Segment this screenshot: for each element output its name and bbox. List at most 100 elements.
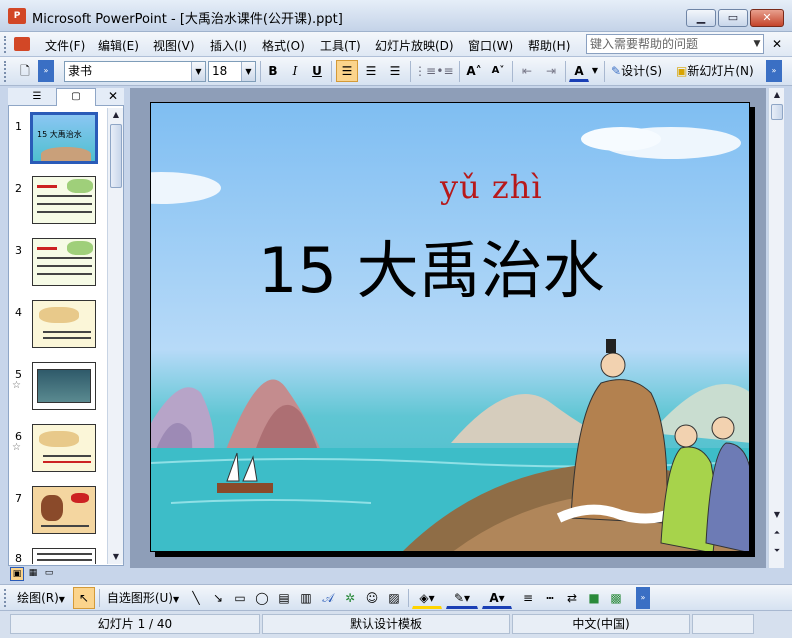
fill-color-button[interactable]: ◈▾ xyxy=(412,587,442,609)
slide-thumbnail-3[interactable] xyxy=(32,238,96,286)
panel-scrollbar[interactable]: ▲ ▼ xyxy=(107,108,123,564)
document-close-icon[interactable]: ✕ xyxy=(772,37,782,51)
scroll-up-icon[interactable]: ▲ xyxy=(108,108,124,122)
draw-font-color-button[interactable]: A▾ xyxy=(482,587,512,609)
draw-menu-button[interactable]: 绘图(R)▼ xyxy=(12,587,70,609)
line-style-button[interactable]: ≡ xyxy=(518,587,538,609)
select-objects-button[interactable]: ↖ xyxy=(73,587,95,609)
menu-file[interactable]: 文件(F) xyxy=(45,37,85,54)
menu-tools[interactable]: 工具(T) xyxy=(320,37,361,54)
menu-format[interactable]: 格式(O) xyxy=(262,37,305,54)
scroll-thumb[interactable] xyxy=(110,124,122,188)
decrease-font-button[interactable]: A˅ xyxy=(487,60,509,82)
chevron-down-icon[interactable]: ▼ xyxy=(590,60,600,82)
menu-slideshow[interactable]: 幻灯片放映(D) xyxy=(375,37,454,54)
align-left-button[interactable]: ☰ xyxy=(336,60,358,82)
menu-help[interactable]: 帮助(H) xyxy=(528,37,570,54)
menu-edit[interactable]: 编辑(E) xyxy=(98,37,139,54)
powerpoint-icon[interactable]: P xyxy=(8,8,26,24)
picture-icon: ▨ xyxy=(388,591,400,605)
document-icon[interactable] xyxy=(14,37,30,51)
line-color-button[interactable]: ✎▾ xyxy=(446,587,478,609)
align-center-icon: ☰ xyxy=(365,64,377,78)
menu-view[interactable]: 视图(V) xyxy=(153,37,195,54)
scroll-down-icon[interactable]: ▼ xyxy=(108,550,124,564)
minimize-button[interactable]: ▁ xyxy=(686,9,716,27)
arrow-style-button[interactable]: ⇄ xyxy=(562,587,582,609)
slide-title[interactable]: 15 大禹治水 xyxy=(258,220,605,310)
scroll-up-icon[interactable]: ▲ xyxy=(769,88,785,102)
tab-outline[interactable]: ☰ xyxy=(22,89,52,104)
pinyin-annotation[interactable]: yǔ zhì xyxy=(440,168,543,206)
insert-picture-button[interactable]: ▨ xyxy=(384,587,404,609)
chevron-down-icon[interactable]: ▼ xyxy=(750,34,764,54)
font-size-select[interactable]: 18 ▼ xyxy=(208,61,256,82)
help-search-input[interactable]: 键入需要帮助的问题 xyxy=(586,34,764,54)
font-color-button[interactable]: A xyxy=(569,60,589,82)
vertical-textbox-button[interactable]: ▥ xyxy=(296,587,316,609)
tab-slides[interactable]: ▢ xyxy=(56,88,96,106)
restore-button[interactable]: ▭ xyxy=(718,9,748,27)
menu-insert[interactable]: 插入(I) xyxy=(210,37,247,54)
shadow-style-button[interactable]: ■ xyxy=(584,587,604,609)
bold-button[interactable]: B xyxy=(263,60,283,82)
increase-font-button[interactable]: A˄ xyxy=(463,60,485,82)
toolbar-options-button[interactable]: » xyxy=(636,587,650,609)
chevron-down-icon[interactable]: ▼ xyxy=(191,62,205,81)
rectangle-icon: ▭ xyxy=(234,591,246,605)
panel-close-button[interactable]: ✕ xyxy=(106,88,120,104)
scroll-down-icon[interactable]: ▼ xyxy=(769,508,785,522)
toolbar-options-button[interactable]: » xyxy=(38,60,54,82)
slide-thumbnail-5[interactable] xyxy=(32,362,96,410)
editor-scrollbar[interactable]: ▲ ▼ ⏶ ⏷ xyxy=(768,88,784,568)
slideshow-button[interactable]: ▭ xyxy=(42,567,56,581)
new-slide-button[interactable]: ▣新幻灯片(N) xyxy=(673,60,763,82)
chevron-down-icon: » xyxy=(640,593,646,602)
drawing-toolbar: 绘图(R)▼ ↖ 自选图形(U)▼ ╲ ↘ ▭ ◯ ▤ ▥ 𝒜 ✲ ☺ ▨ ◈▾… xyxy=(0,584,792,610)
rectangle-button[interactable]: ▭ xyxy=(230,587,250,609)
textbox-button[interactable]: ▤ xyxy=(274,587,294,609)
align-right-button[interactable]: ☰ xyxy=(384,60,406,82)
wordart-button[interactable]: 𝒜 xyxy=(318,587,338,609)
new-document-button[interactable]: 🗋 xyxy=(14,60,36,82)
oval-button[interactable]: ◯ xyxy=(252,587,272,609)
normal-view-button[interactable]: ▣ xyxy=(10,567,24,581)
slide-thumbnail-2[interactable] xyxy=(32,176,96,224)
dash-style-button[interactable]: ┅ xyxy=(540,587,560,609)
next-slide-icon[interactable]: ⏷ xyxy=(769,544,785,558)
window-close-button[interactable]: ✕ xyxy=(750,9,784,27)
line-button[interactable]: ╲ xyxy=(186,587,206,609)
diagram-button[interactable]: ✲ xyxy=(340,587,360,609)
slide-thumbnail-8[interactable] xyxy=(32,548,96,564)
slide-sorter-button[interactable]: ▦ xyxy=(26,567,40,581)
font-name-select[interactable]: 隶书 ▼ xyxy=(64,61,206,82)
numbering-button[interactable]: ⋮≡ xyxy=(413,60,436,82)
increase-indent-button[interactable]: ⇥ xyxy=(540,60,562,82)
slide-thumbnail-1[interactable]: 15 大禹治水 xyxy=(30,112,98,164)
toolbar-grip[interactable] xyxy=(4,36,7,53)
underline-button[interactable]: U xyxy=(307,60,327,82)
toolbar-grip[interactable] xyxy=(4,589,7,607)
toolbar-options-button[interactable]: » xyxy=(766,60,782,82)
toolbar-grip[interactable] xyxy=(4,61,7,82)
view-buttons: ▣ ▦ ▭ xyxy=(8,566,128,584)
slide-thumbnail-7[interactable] xyxy=(32,486,96,534)
panel-tabs: ☰ ▢ ✕ xyxy=(8,88,124,106)
arrow-button[interactable]: ↘ xyxy=(208,587,228,609)
previous-slide-icon[interactable]: ⏶ xyxy=(769,526,785,540)
align-center-button[interactable]: ☰ xyxy=(360,60,382,82)
italic-button[interactable]: I xyxy=(285,60,305,82)
autoshapes-button[interactable]: 自选图形(U)▼ xyxy=(103,587,183,609)
minimize-icon: ▁ xyxy=(696,11,706,24)
chevron-down-icon[interactable]: ▼ xyxy=(241,62,255,81)
slide-thumbnail-6[interactable] xyxy=(32,424,96,472)
decrease-indent-button[interactable]: ⇤ xyxy=(516,60,538,82)
scroll-thumb[interactable] xyxy=(771,104,783,120)
bullets-button[interactable]: •≡ xyxy=(435,60,455,82)
slide-thumbnail-4[interactable] xyxy=(32,300,96,348)
3d-style-button[interactable]: ▩ xyxy=(606,587,626,609)
autoshape-label: 自选图形(U) xyxy=(106,591,173,605)
menu-window[interactable]: 窗口(W) xyxy=(468,37,513,54)
clipart-button[interactable]: ☺ xyxy=(362,587,382,609)
design-button[interactable]: ✎设计(S) xyxy=(608,60,670,82)
